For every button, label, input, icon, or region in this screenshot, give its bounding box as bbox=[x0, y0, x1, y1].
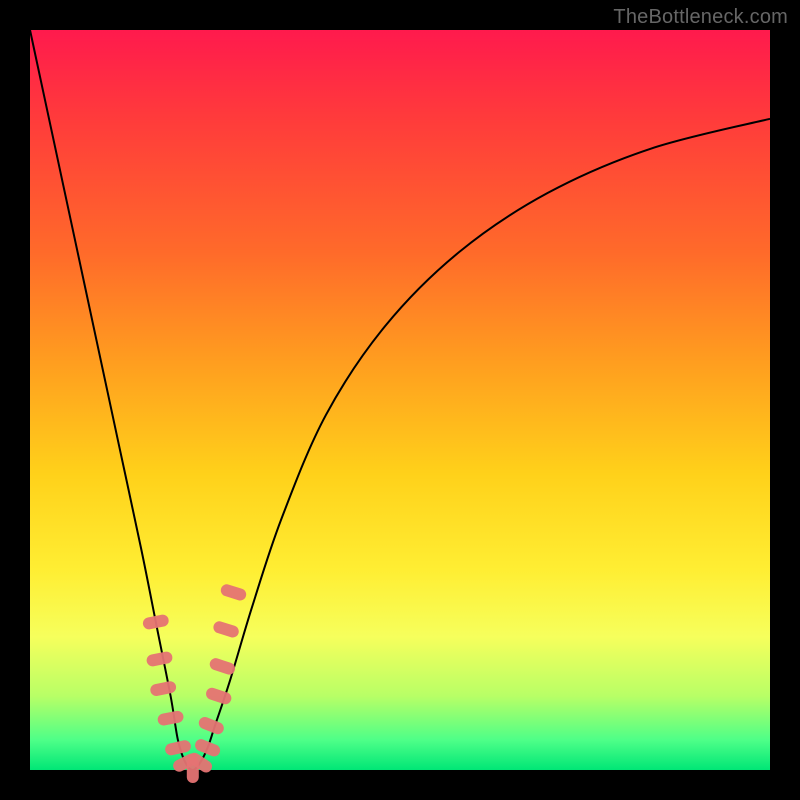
data-marker bbox=[212, 620, 240, 639]
marker-cluster bbox=[142, 583, 248, 783]
bottleneck-curve bbox=[30, 30, 770, 770]
data-marker bbox=[142, 614, 170, 631]
data-marker bbox=[146, 651, 174, 668]
data-marker bbox=[149, 680, 177, 697]
curve-layer bbox=[30, 30, 770, 770]
plot-area bbox=[30, 30, 770, 770]
data-marker bbox=[219, 583, 247, 602]
data-marker bbox=[157, 710, 185, 727]
chart-frame: TheBottleneck.com bbox=[0, 0, 800, 800]
data-marker bbox=[204, 686, 232, 706]
data-marker bbox=[208, 657, 236, 677]
watermark-text: TheBottleneck.com bbox=[613, 6, 788, 29]
data-marker bbox=[197, 715, 226, 736]
data-marker bbox=[164, 739, 192, 756]
